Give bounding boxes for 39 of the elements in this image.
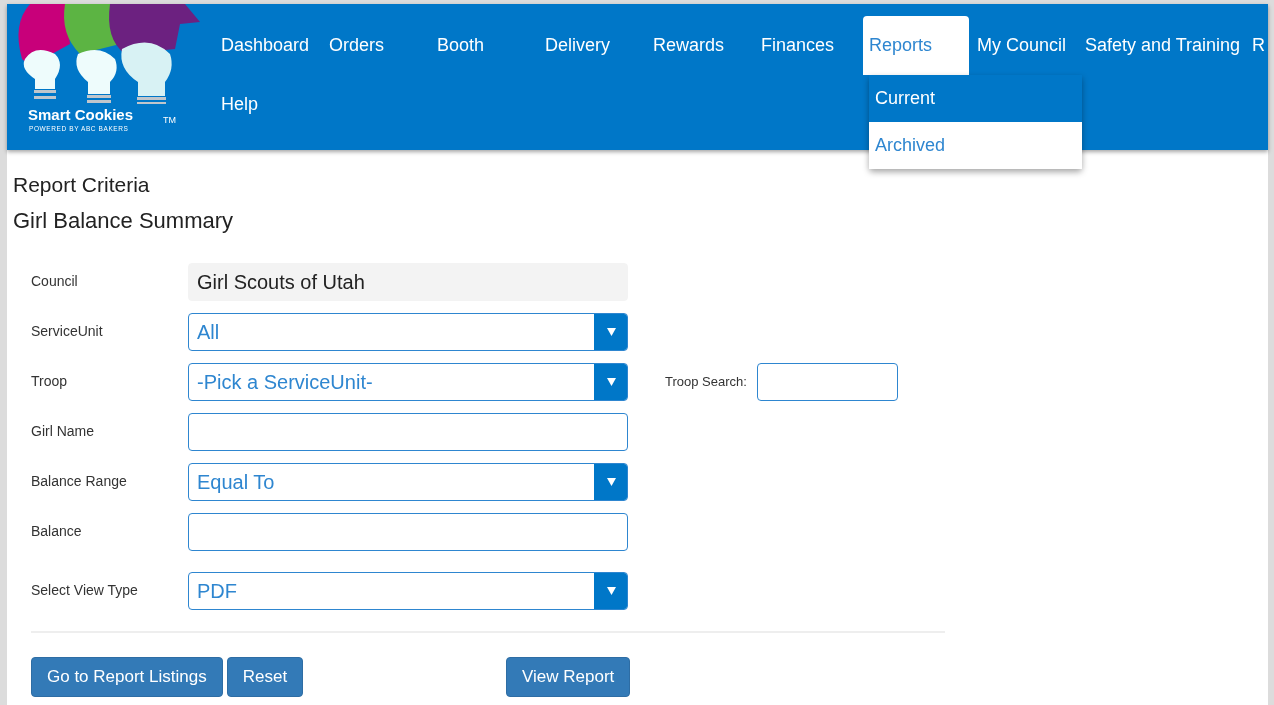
select-field[interactable]: PDF [188, 571, 628, 610]
field-label: Council [31, 272, 79, 292]
input-field[interactable] [188, 412, 628, 451]
menu-tab[interactable]: Reports [863, 16, 969, 75]
select-field[interactable]: All [188, 312, 628, 351]
dropdown-arrow-icon [606, 477, 616, 486]
menu-tab[interactable]: Delivery [545, 16, 653, 75]
dropdown-item[interactable]: Archived [869, 122, 1082, 169]
page-title: Report Criteria [13, 172, 151, 198]
readonly-field: Girl Scouts of Utah [188, 262, 628, 301]
action-button[interactable]: Reset [226, 656, 304, 697]
dropdown-arrow-icon [606, 377, 616, 386]
field-label: Select View Type [31, 581, 139, 601]
field-label: Balance [31, 522, 83, 542]
field-label: ServiceUnit [31, 322, 104, 342]
menu-tab[interactable]: Help [221, 75, 329, 134]
menu-tab[interactable]: Dashboard [221, 16, 329, 75]
input-field[interactable] [188, 512, 628, 551]
action-button[interactable]: Go to Report Listings [31, 656, 223, 697]
logo-text: Smart Cookies [28, 107, 134, 122]
menu-tab[interactable]: Booth [437, 16, 545, 75]
menu-tab[interactable]: Rewards [653, 16, 761, 75]
menu-tab[interactable]: Orders [329, 16, 437, 75]
report-title: Girl Balance Summary [13, 208, 235, 235]
menu-tab[interactable]: Safety and Training [1085, 16, 1253, 75]
dropdown-arrow-icon [606, 327, 616, 336]
menu-tab[interactable]: R [1252, 16, 1274, 75]
select-field[interactable]: -Pick a ServiceUnit- [188, 362, 628, 401]
select-field[interactable]: Equal To [188, 462, 628, 501]
menu-tab[interactable]: My Council [977, 16, 1085, 75]
field-label: Troop [31, 372, 69, 392]
search-field[interactable] [756, 362, 898, 401]
trademark: TM [163, 116, 176, 125]
field-label: Balance Range [31, 472, 128, 492]
dropdown-item[interactable]: Current [869, 75, 1082, 122]
dropdown-arrow-icon [606, 586, 616, 595]
field-label: Troop Search: [665, 372, 747, 391]
field-label: Girl Name [31, 422, 95, 442]
view-report-button[interactable]: View Report [506, 656, 631, 697]
